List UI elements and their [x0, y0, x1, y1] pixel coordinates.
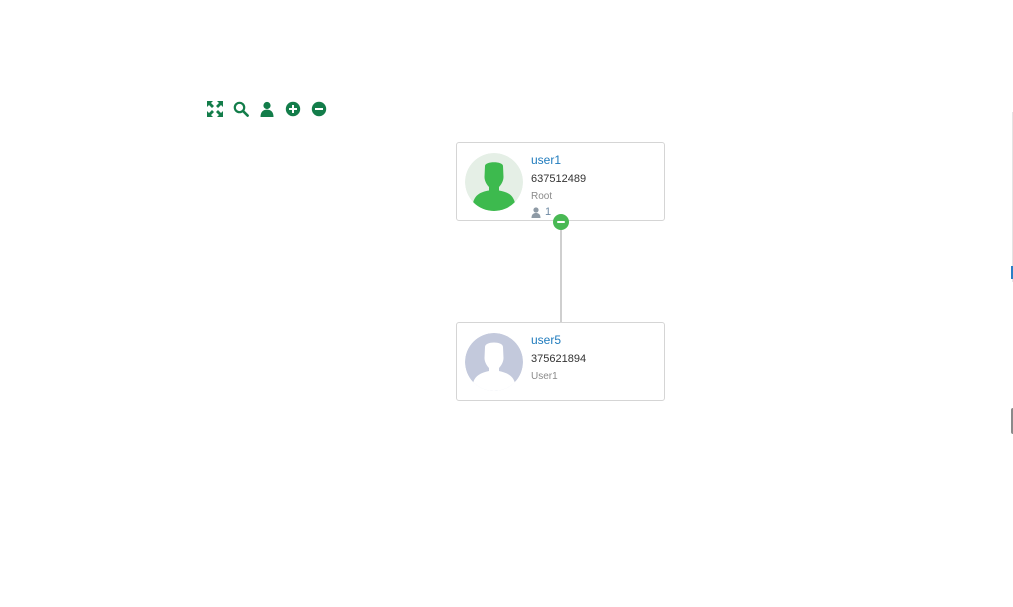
tree-node-root[interactable]: user1 637512489 Root 1 [456, 142, 665, 221]
zoom-in-icon [285, 101, 301, 117]
node-role: Root [531, 191, 553, 202]
user-silhouette-icon [465, 153, 523, 211]
collapse-button[interactable] [553, 214, 569, 230]
minus-icon [557, 221, 565, 223]
fullscreen-button[interactable] [206, 100, 224, 118]
node-name-link[interactable]: user5 [531, 333, 561, 347]
search-button[interactable] [232, 100, 250, 118]
person-icon [531, 206, 541, 218]
node-role: User1 [531, 371, 558, 382]
node-name-link[interactable]: user1 [531, 153, 561, 167]
zoom-out-button[interactable] [310, 100, 328, 118]
user-icon [260, 101, 274, 117]
avatar [465, 153, 523, 211]
tree-node-child[interactable]: user5 375621894 User1 [456, 322, 665, 401]
fullscreen-icon [207, 101, 223, 117]
node-info: user1 637512489 Root 1 [531, 151, 658, 218]
user-button[interactable] [258, 100, 276, 118]
avatar [465, 333, 523, 391]
chart-toolbar [206, 100, 336, 118]
node-info: user5 375621894 User1 [531, 331, 658, 383]
org-chart-canvas: user1 637512489 Root 1 user5 375621894 U… [0, 0, 1013, 607]
search-icon [233, 101, 249, 117]
child-count-row: 1 [531, 206, 658, 218]
zoom-out-icon [311, 101, 327, 117]
default-avatar-icon [465, 333, 523, 391]
child-count: 1 [545, 206, 552, 218]
node-phone: 637512489 [531, 173, 587, 185]
tree-connector-line [560, 222, 562, 322]
node-phone: 375621894 [531, 353, 587, 365]
zoom-in-button[interactable] [284, 100, 302, 118]
